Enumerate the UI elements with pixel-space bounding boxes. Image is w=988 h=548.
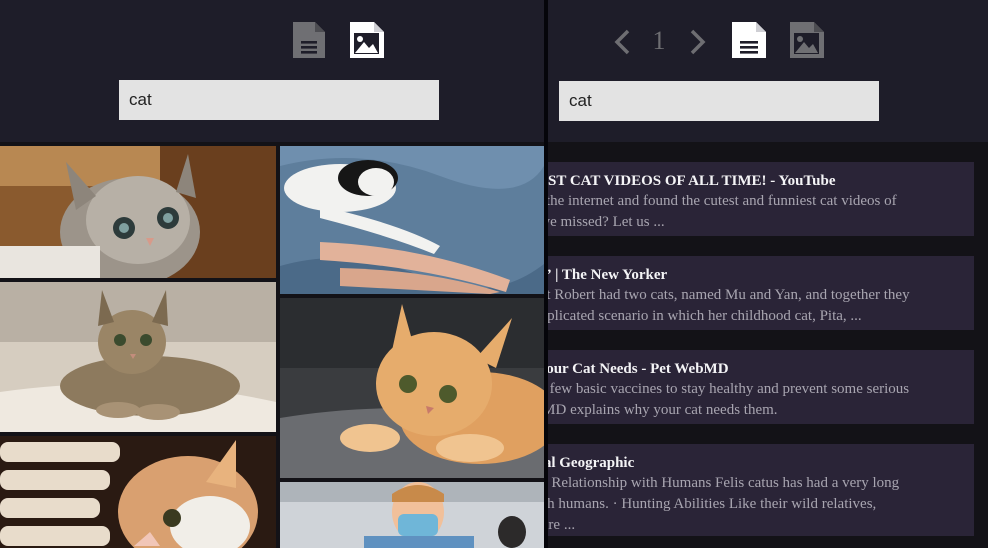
orange-kitten-lying-photo — [280, 298, 544, 478]
result-snippet-line: with humans. · Hunting Abilities Like th… — [548, 496, 877, 512]
result-card[interactable]: BEST CAT VIDEOS OF ALL TIME! - YouTube e… — [548, 162, 974, 236]
result-title[interactable]: onal Geographic — [548, 454, 974, 472]
left-header — [0, 0, 544, 142]
result-card[interactable]: on” | The New Yorker that Robert had two… — [548, 256, 974, 330]
chevron-right-icon[interactable] — [688, 28, 708, 56]
image-tile[interactable] — [0, 436, 276, 548]
kitten-basket-photo — [0, 436, 276, 548]
result-title[interactable]: BEST CAT VIDEOS OF ALL TIME! - YouTube — [548, 172, 974, 190]
result-title[interactable]: s Your Cat Needs - Pet WebMD — [548, 360, 974, 378]
left-pane — [0, 0, 544, 548]
image-icon[interactable] — [788, 20, 826, 60]
image-tile[interactable] — [280, 146, 544, 294]
result-snippet-line: at · Relationship with Humans Felis catu… — [548, 475, 900, 491]
image-tile[interactable] — [0, 146, 276, 278]
result-snippet-line: y we missed? Let us ... — [548, 214, 665, 230]
image-grid — [0, 142, 544, 548]
result-title[interactable]: on” | The New Yorker — [548, 266, 974, 284]
left-search-input[interactable] — [119, 80, 439, 120]
kitten-gray-wood-photo — [0, 146, 276, 278]
result-snippet-line: omplicated scenario in which her childho… — [548, 308, 862, 324]
results-list: BEST CAT VIDEOS OF ALL TIME! - YouTube e… — [548, 142, 988, 548]
result-snippet-line: ts are ... — [548, 517, 576, 533]
document-icon[interactable] — [291, 20, 327, 60]
result-snippet-line: that Robert had two cats, named Mu and Y… — [548, 287, 910, 303]
image-tile[interactable] — [280, 298, 544, 478]
image-tile[interactable] — [280, 482, 544, 548]
image-icon[interactable] — [348, 20, 386, 60]
right-header: 1 — [548, 0, 988, 142]
result-snippet-line: ebMD explains why your cat needs them. — [548, 402, 778, 418]
tabby-cat-blanket-photo — [0, 282, 276, 432]
chevron-left-icon[interactable] — [612, 28, 632, 56]
document-icon[interactable] — [730, 20, 768, 60]
result-card[interactable]: s Your Cat Needs - Pet WebMD d a few bas… — [548, 350, 974, 424]
right-pane: 1 BEST CAT VIDEOS OF ALL TIME! - YouTube… — [548, 0, 988, 548]
result-snippet-line: ed the internet and found the cutest and… — [548, 193, 897, 209]
right-search-input[interactable] — [559, 81, 879, 121]
image-tile[interactable] — [0, 282, 276, 432]
page-number: 1 — [652, 26, 666, 55]
vet-masked-photo — [280, 482, 544, 548]
result-snippet-line: d a few basic vaccines to stay healthy a… — [548, 381, 910, 397]
result-card[interactable]: onal Geographic at · Relationship with H… — [548, 444, 974, 536]
black-white-cat-bed-photo — [280, 146, 544, 294]
